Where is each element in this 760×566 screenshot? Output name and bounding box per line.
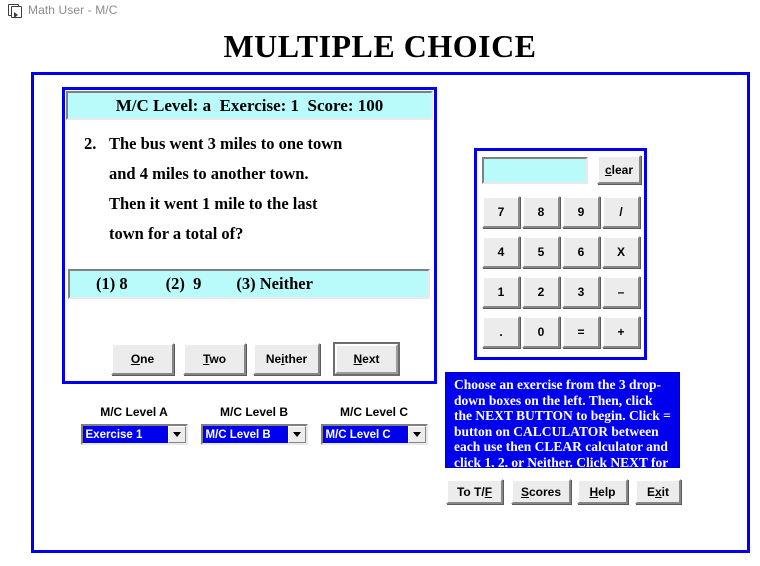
two-button[interactable]: Two <box>183 343 246 375</box>
dropdown-level-c[interactable]: M/C Level C <box>320 424 428 445</box>
calc-key-divide[interactable]: / <box>602 196 640 228</box>
clear-button-label: clear <box>604 162 634 177</box>
exit-button[interactable]: Exit <box>635 479 681 504</box>
document-pair-icon <box>6 3 22 18</box>
calc-key-1[interactable]: 1 <box>482 276 520 308</box>
question-line: and 4 miles to another town. <box>109 164 309 183</box>
scores-button[interactable]: Scores <box>511 479 571 504</box>
answer-choices-box: (1) 8 (2) 9 (3) Neither <box>68 269 430 299</box>
dropdown-group-level-b: M/C Level B M/C Level B <box>193 405 315 445</box>
chevron-down-icon[interactable] <box>407 426 426 443</box>
calc-key-0[interactable]: 0 <box>522 316 560 348</box>
dropdown-level-a[interactable]: Exercise 1 <box>80 424 188 445</box>
instructions-panel: Choose an exercise from the 3 drop-down … <box>445 372 680 468</box>
dropdown-label-level-c: M/C Level C <box>339 405 408 419</box>
question-body: The bus went 3 miles to one town and 4 m… <box>109 129 424 249</box>
exit-button-label: Exit <box>646 484 670 499</box>
choice-3: (3) Neither <box>236 274 313 293</box>
to-true-false-button[interactable]: To T/F <box>446 479 503 504</box>
one-button[interactable]: One <box>111 343 174 375</box>
calc-key-5[interactable]: 5 <box>522 236 560 268</box>
calc-key-equals[interactable]: = <box>562 316 600 348</box>
calc-key-multiply[interactable]: X <box>602 236 640 268</box>
level-selectors: M/C Level A Exercise 1 M/C Level B M/C L… <box>62 405 437 453</box>
dropdown-level-b[interactable]: M/C Level B <box>200 424 308 445</box>
calc-key-3[interactable]: 3 <box>562 276 600 308</box>
dropdown-level-c-value: M/C Level C <box>322 426 408 443</box>
neither-button-label: Neither <box>265 352 308 366</box>
calc-key-plus[interactable]: + <box>602 316 640 348</box>
page-title: MULTIPLE CHOICE <box>223 28 537 64</box>
to-true-false-button-label: To T/F <box>456 484 493 499</box>
choice-1: (1) 8 <box>96 274 128 293</box>
dropdown-group-level-c: M/C Level C M/C Level C <box>313 405 435 445</box>
window-title-bar: Math User - M/C <box>0 0 760 20</box>
choice-2: (2) 9 <box>165 274 202 293</box>
two-button-label: Two <box>202 352 227 366</box>
calc-key-2[interactable]: 2 <box>522 276 560 308</box>
calc-key-8[interactable]: 8 <box>522 196 560 228</box>
next-button-label: Next <box>353 352 380 366</box>
next-button[interactable]: Next <box>333 342 400 376</box>
window-title-text: Math User - M/C <box>28 3 118 17</box>
status-bar: M/C Level: a Exercise: 1 Score: 100 <box>66 91 433 120</box>
one-button-label: One <box>130 352 155 366</box>
neither-button[interactable]: Neither <box>253 343 320 375</box>
calculator-display-row: clear <box>482 155 641 185</box>
calc-key-9[interactable]: 9 <box>562 196 600 228</box>
question-text: 2. The bus went 3 miles to one town and … <box>84 129 424 249</box>
help-button-label: Help <box>589 484 616 499</box>
help-button[interactable]: Help <box>577 479 628 504</box>
question-line: Then it went 1 mile to the last <box>109 194 318 213</box>
calc-key-4[interactable]: 4 <box>482 236 520 268</box>
dropdown-level-a-value: Exercise 1 <box>82 426 168 443</box>
calculator-display[interactable] <box>482 156 588 184</box>
calc-key-7[interactable]: 7 <box>482 196 520 228</box>
dropdown-label-level-a: M/C Level A <box>100 405 168 419</box>
question-line: The bus went 3 miles to one town <box>109 134 343 153</box>
calc-key-decimal[interactable]: . <box>482 316 520 348</box>
chevron-down-icon[interactable] <box>287 426 306 443</box>
scores-button-label: Scores <box>520 484 562 499</box>
chevron-down-icon[interactable] <box>167 426 186 443</box>
calculator-keypad: 7 8 9 / 4 5 6 X 1 2 3 – . 0 = + <box>482 196 640 353</box>
question-line: town for a total of? <box>109 224 244 243</box>
calc-key-6[interactable]: 6 <box>562 236 600 268</box>
clear-button[interactable]: clear <box>597 155 641 184</box>
question-number: 2. <box>84 134 97 153</box>
dropdown-label-level-b: M/C Level B <box>219 405 288 419</box>
dropdown-group-level-a: M/C Level A Exercise 1 <box>73 405 195 445</box>
bottom-button-row: To T/F Scores Help Exit <box>446 479 681 505</box>
dropdown-level-b-value: M/C Level B <box>202 426 288 443</box>
calc-key-minus[interactable]: – <box>602 276 640 308</box>
